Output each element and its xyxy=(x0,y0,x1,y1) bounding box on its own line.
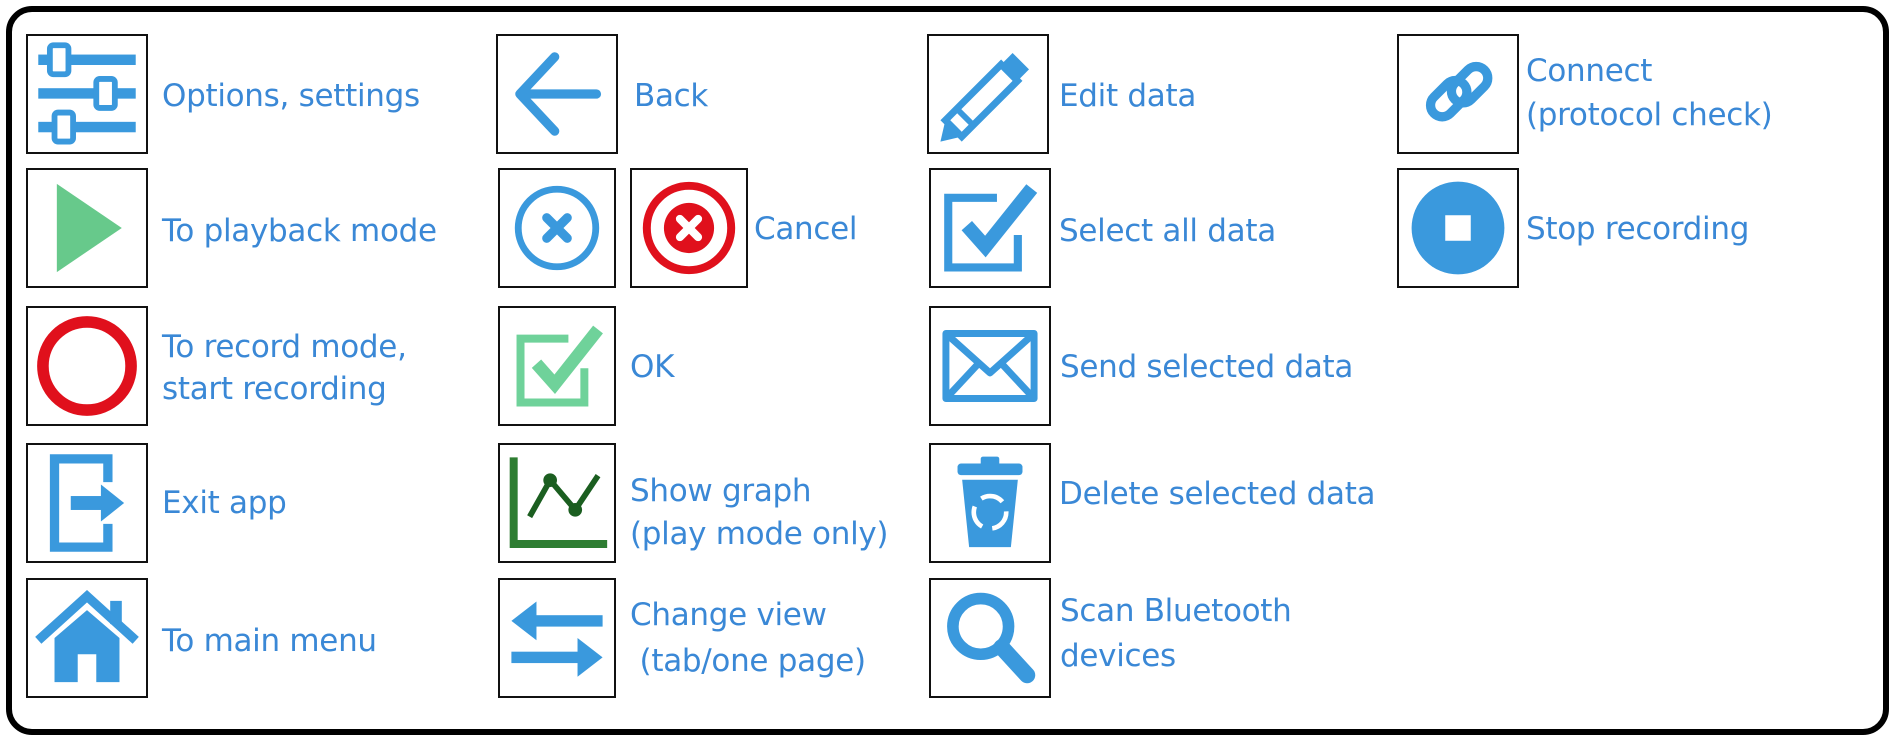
delete-data-tile xyxy=(929,443,1051,563)
cancel-label: Cancel xyxy=(754,211,858,247)
swap-arrows-icon xyxy=(511,601,603,677)
edit-data-tile xyxy=(927,34,1049,154)
connect-tile xyxy=(1397,34,1519,154)
change-view-label-line1: Change view xyxy=(630,597,827,633)
connect-label-line2: (protocol check) xyxy=(1526,97,1773,133)
checkbox-icon xyxy=(944,184,1038,272)
show-graph-label-line1: Show graph xyxy=(630,473,812,509)
graph-icon xyxy=(509,457,608,549)
ok-tile xyxy=(498,306,616,426)
main-menu-tile xyxy=(26,578,148,698)
stop-recording-tile xyxy=(1397,168,1519,288)
delete-data-label: Delete selected data xyxy=(1059,476,1376,512)
scan-bluetooth-tile xyxy=(929,578,1051,698)
show-graph-label-line2: (play mode only) xyxy=(630,516,889,552)
exit-icon xyxy=(49,454,125,552)
connect-label-line1: Connect xyxy=(1526,53,1653,89)
send-data-label: Send selected data xyxy=(1060,349,1354,385)
send-data-tile xyxy=(929,306,1051,426)
change-view-label-line2: (tab/one page) xyxy=(630,643,867,679)
options-settings-label: Options, settings xyxy=(162,78,420,114)
ok-label: OK xyxy=(630,349,675,385)
pencil-icon xyxy=(940,52,1030,142)
trash-recycle-icon xyxy=(957,456,1023,548)
play-icon xyxy=(56,183,122,273)
sliders-icon xyxy=(38,42,136,145)
cancel-circle-red-icon xyxy=(642,181,736,275)
envelope-icon xyxy=(942,330,1038,402)
back-arrow-icon xyxy=(515,52,602,136)
record-ring-icon xyxy=(37,316,137,416)
link-icon xyxy=(1425,61,1493,122)
scan-bluetooth-label-line2: devices xyxy=(1060,638,1176,674)
cancel-blue-tile xyxy=(498,168,616,288)
cancel-red-tile xyxy=(630,168,748,288)
exit-app-label: Exit app xyxy=(162,485,287,521)
home-icon xyxy=(35,589,139,683)
exit-app-tile xyxy=(26,443,148,563)
cancel-circle-blue-icon xyxy=(514,185,600,271)
ok-check-icon xyxy=(516,325,603,407)
select-all-tile xyxy=(929,168,1051,288)
select-all-label: Select all data xyxy=(1059,213,1276,249)
change-view-tile xyxy=(498,578,616,698)
main-menu-label: To main menu xyxy=(162,623,377,659)
edit-data-label: Edit data xyxy=(1059,78,1197,114)
options-settings-tile xyxy=(26,34,148,154)
scan-bluetooth-label-line1: Scan Bluetooth xyxy=(1060,593,1292,629)
playback-mode-label: To playback mode xyxy=(162,213,437,249)
back-tile xyxy=(496,34,618,154)
stop-icon xyxy=(1411,181,1505,275)
record-mode-label-line2: start recording xyxy=(162,371,387,407)
back-label: Back xyxy=(634,78,709,114)
playback-mode-tile xyxy=(26,168,148,288)
record-mode-label-line1: To record mode, xyxy=(162,329,407,365)
show-graph-tile xyxy=(498,443,616,563)
record-mode-tile xyxy=(26,306,148,426)
stop-recording-label: Stop recording xyxy=(1526,211,1750,247)
magnifier-icon xyxy=(947,592,1036,684)
